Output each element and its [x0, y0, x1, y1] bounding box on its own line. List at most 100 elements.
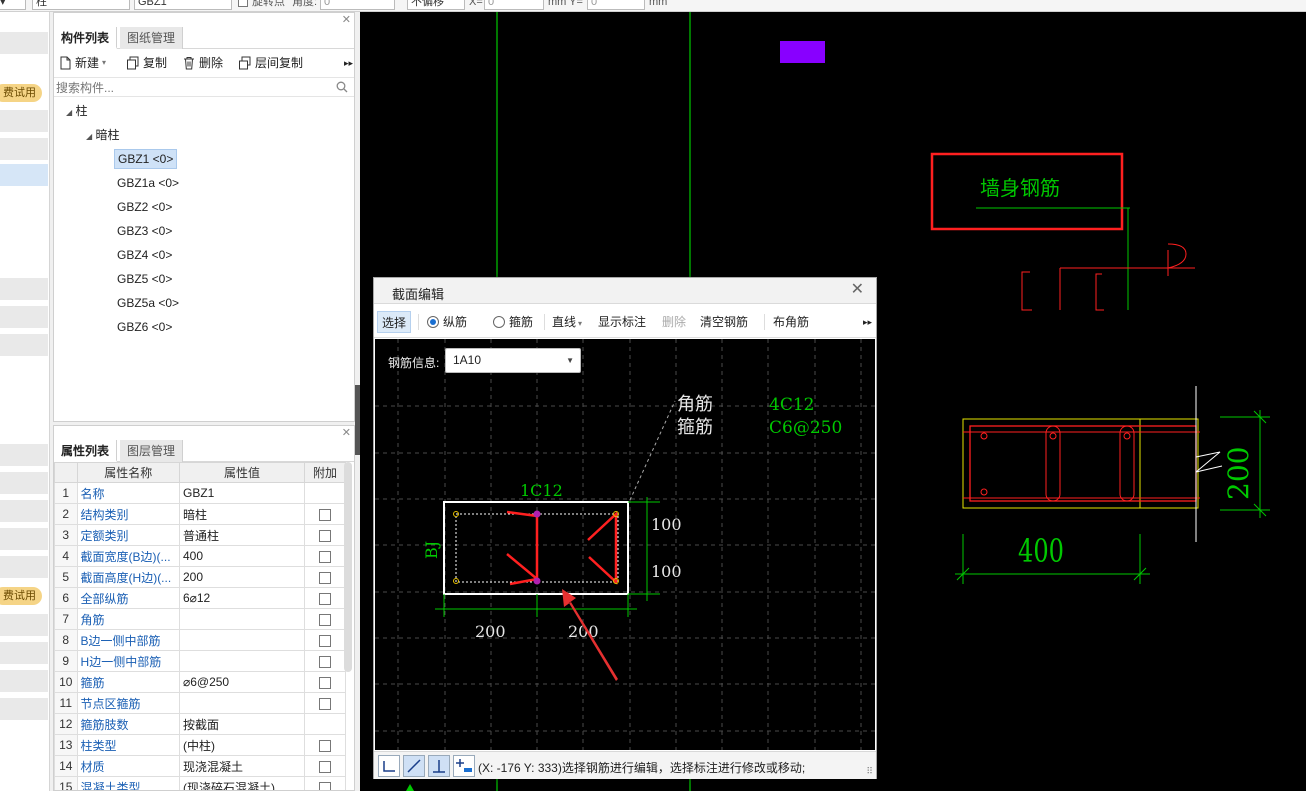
extra-checkbox[interactable] [318, 508, 331, 521]
property-row[interactable]: 9 H边一侧中部筋 [54, 650, 347, 672]
place-corner-rebar-button[interactable]: 布角筋 [773, 314, 809, 330]
property-value[interactable]: 普通柱 [178, 524, 305, 546]
nav-row[interactable] [0, 306, 48, 328]
extra-checkbox[interactable] [318, 676, 331, 689]
nav-row[interactable] [0, 528, 48, 550]
property-value[interactable]: ⌀6@250 [178, 671, 305, 693]
tab-component-list[interactable]: 构件列表 [54, 27, 118, 49]
nav-row[interactable] [0, 472, 48, 494]
new-button[interactable]: 新建 ▾ [58, 55, 106, 71]
property-value[interactable] [178, 608, 305, 630]
nav-row[interactable] [0, 614, 48, 636]
nav-row[interactable] [0, 334, 48, 356]
property-value[interactable]: (现浇碎石混凝土) [178, 776, 305, 790]
tree-item[interactable]: GBZ4 <0> [117, 246, 172, 264]
tab-property-list[interactable]: 属性列表 [54, 440, 118, 462]
tree-node-column[interactable]: ◢ 柱 [66, 102, 88, 122]
property-value[interactable]: GBZ1 [178, 482, 305, 504]
tree-node-hidden-column[interactable]: ◢ 暗柱 [86, 126, 120, 146]
expand-arrow-icon[interactable]: ◢ [86, 132, 92, 141]
extra-checkbox[interactable] [318, 634, 331, 647]
property-row[interactable]: 15 混凝土类型 (现浇碎石混凝土) [54, 776, 347, 790]
rebar-info-combo[interactable]: 1A10 ▼ [445, 348, 581, 373]
rotate-checkbox[interactable] [238, 0, 248, 9]
close-icon[interactable]: ✕ [342, 427, 351, 439]
show-dimension-button[interactable]: 显示标注 [598, 314, 646, 330]
section-canvas[interactable]: 角筋 箍筋 4C12 C6@250 1C12 BJ 100 100 200 20… [375, 339, 875, 750]
longitudinal-radio[interactable]: 纵筋 [427, 314, 467, 330]
free-trial-badge[interactable]: 费试用 [0, 84, 42, 102]
extra-checkbox[interactable] [318, 529, 331, 542]
tree-item[interactable]: GBZ5 <0> [117, 270, 172, 288]
line-mode-button[interactable]: 直线 ▾ [552, 314, 582, 332]
property-value[interactable] [178, 629, 305, 651]
property-row[interactable]: 14 材质 现浇混凝土 [54, 755, 347, 777]
property-row[interactable]: 3 定额类别 普通柱 [54, 524, 347, 546]
y-offset-input[interactable]: 0 [587, 0, 645, 10]
orthogonal-snap-button[interactable] [378, 755, 400, 777]
extra-checkbox[interactable] [318, 697, 331, 710]
component-search-input[interactable] [56, 79, 326, 96]
tab-drawing-management[interactable]: 图纸管理 [120, 27, 184, 49]
clear-rebar-button[interactable]: 清空钢筋 [700, 314, 748, 330]
dialog-titlebar[interactable]: 截面编辑 ✕ [374, 278, 876, 304]
property-row[interactable]: 11 节点区箍筋 [54, 692, 347, 714]
x-offset-input[interactable]: 0 [484, 0, 544, 10]
nav-row[interactable] [0, 500, 48, 522]
extra-checkbox[interactable] [318, 592, 331, 605]
property-row[interactable]: 4 截面宽度(B边)(... 400 [54, 545, 347, 567]
toolbar-dropdown-arrow[interactable]: ▾ [0, 0, 26, 10]
more-icon[interactable]: ▸▸ [863, 314, 872, 330]
delete-rebar-button[interactable]: 删除 [662, 314, 686, 330]
tree-item[interactable]: GBZ1a <0> [117, 174, 179, 192]
top-rebar-spec[interactable]: 1C12 [520, 481, 563, 500]
nav-row[interactable] [0, 556, 48, 578]
nav-row[interactable] [0, 110, 48, 132]
copy-button[interactable]: 复制 [126, 55, 167, 71]
property-value[interactable]: 按截面 [178, 713, 305, 735]
property-value[interactable]: 暗柱 [178, 503, 305, 525]
property-row[interactable]: 12 箍筋肢数 按截面 [54, 713, 347, 735]
property-row[interactable]: 7 角筋 [54, 608, 347, 630]
free-trial-badge[interactable]: 费试用 [0, 587, 42, 605]
polar-snap-button[interactable] [403, 755, 425, 777]
search-icon[interactable] [336, 81, 348, 93]
extra-checkbox[interactable] [318, 613, 331, 626]
property-value[interactable]: (中柱) [178, 734, 305, 756]
nav-row[interactable] [0, 278, 48, 300]
extra-checkbox[interactable] [318, 781, 331, 790]
resize-grip-icon[interactable]: ⠿ [866, 766, 873, 777]
delete-button[interactable]: 删除 [182, 55, 223, 71]
property-row[interactable]: 13 柱类型 (中柱) [54, 734, 347, 756]
tab-layer-management[interactable]: 图层管理 [120, 440, 184, 462]
component-name-combo[interactable]: GBZ1 [134, 0, 232, 10]
tree-item-gbz1[interactable]: GBZ1 <0> [114, 149, 178, 169]
tree-item[interactable]: GBZ3 <0> [117, 222, 172, 240]
property-row[interactable]: 8 B边一侧中部筋 [54, 629, 347, 651]
property-value[interactable]: 现浇混凝土 [178, 755, 305, 777]
property-row[interactable]: 5 截面高度(H边)(... 200 [54, 566, 347, 588]
nav-row[interactable] [0, 138, 48, 160]
property-scrollbar[interactable] [344, 462, 352, 672]
side-rebar-spec[interactable]: BJ [422, 541, 441, 559]
nav-row[interactable] [0, 32, 48, 54]
nav-row[interactable] [0, 444, 48, 466]
property-value[interactable]: 400 [178, 545, 305, 567]
dimension-width-1[interactable]: 200 [475, 622, 506, 641]
tree-item[interactable]: GBZ2 <0> [117, 198, 172, 216]
extra-checkbox[interactable] [318, 550, 331, 563]
offset-combo[interactable]: 不偏移 [407, 0, 465, 10]
property-row[interactable]: 6 全部纵筋 6⌀12 [54, 587, 347, 609]
more-icon[interactable]: ▸▸ [344, 55, 353, 71]
dimension-height-1[interactable]: 100 [651, 515, 682, 534]
select-button[interactable]: 选择 [377, 311, 412, 333]
floor-copy-button[interactable]: 层间复制 [238, 55, 303, 71]
expand-arrow-icon[interactable]: ◢ [66, 108, 72, 117]
nav-row[interactable] [0, 698, 48, 720]
property-row[interactable]: 2 结构类别 暗柱 [54, 503, 347, 525]
property-row[interactable]: 1 名称 GBZ1 [54, 482, 347, 504]
tree-item[interactable]: GBZ5a <0> [117, 294, 179, 312]
property-value[interactable]: 6⌀12 [178, 587, 305, 609]
stirrup-radio[interactable]: 箍筋 [493, 314, 533, 330]
extra-checkbox[interactable] [318, 655, 331, 668]
